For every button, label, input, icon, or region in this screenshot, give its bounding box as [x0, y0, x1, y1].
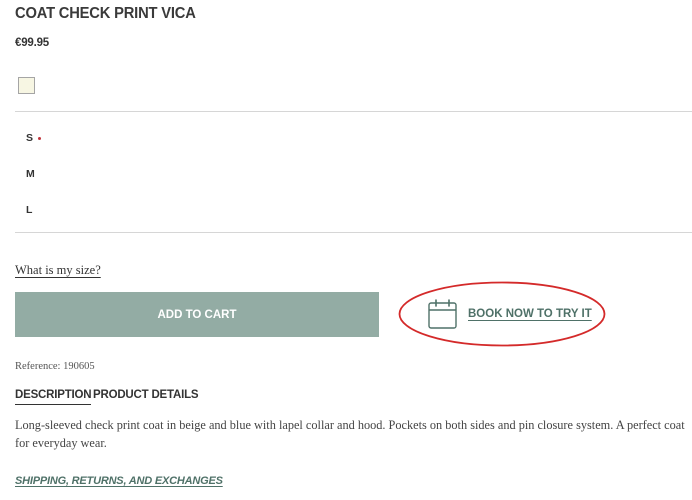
- book-try-on-button[interactable]: BOOK NOW TO TRY IT: [428, 299, 592, 329]
- color-swatch[interactable]: [18, 77, 35, 94]
- product-reference: Reference: 190605: [15, 361, 95, 372]
- size-option-m[interactable]: M: [26, 168, 35, 180]
- size-option-l[interactable]: L: [26, 204, 32, 216]
- calendar-icon: [428, 299, 457, 329]
- book-try-on-label: BOOK NOW TO TRY IT: [468, 308, 592, 320]
- shipping-returns-link[interactable]: SHIPPING, RETURNS, AND EXCHANGES: [15, 475, 223, 487]
- add-to-cart-button[interactable]: ADD TO CART: [15, 292, 379, 337]
- divider: [15, 232, 692, 233]
- divider: [15, 111, 692, 112]
- product-description: Long-sleeved check print coat in beige a…: [15, 418, 685, 450]
- size-guide-link[interactable]: What is my size?: [15, 263, 101, 278]
- tab-description[interactable]: DESCRIPTION: [15, 389, 92, 405]
- product-price: €99.95: [15, 37, 49, 49]
- size-option-s[interactable]: S: [26, 132, 33, 144]
- tab-product-details[interactable]: PRODUCT DETAILS: [93, 389, 199, 401]
- selected-size-indicator: [38, 137, 41, 140]
- product-title: COAT CHECK PRINT VICA: [15, 5, 196, 22]
